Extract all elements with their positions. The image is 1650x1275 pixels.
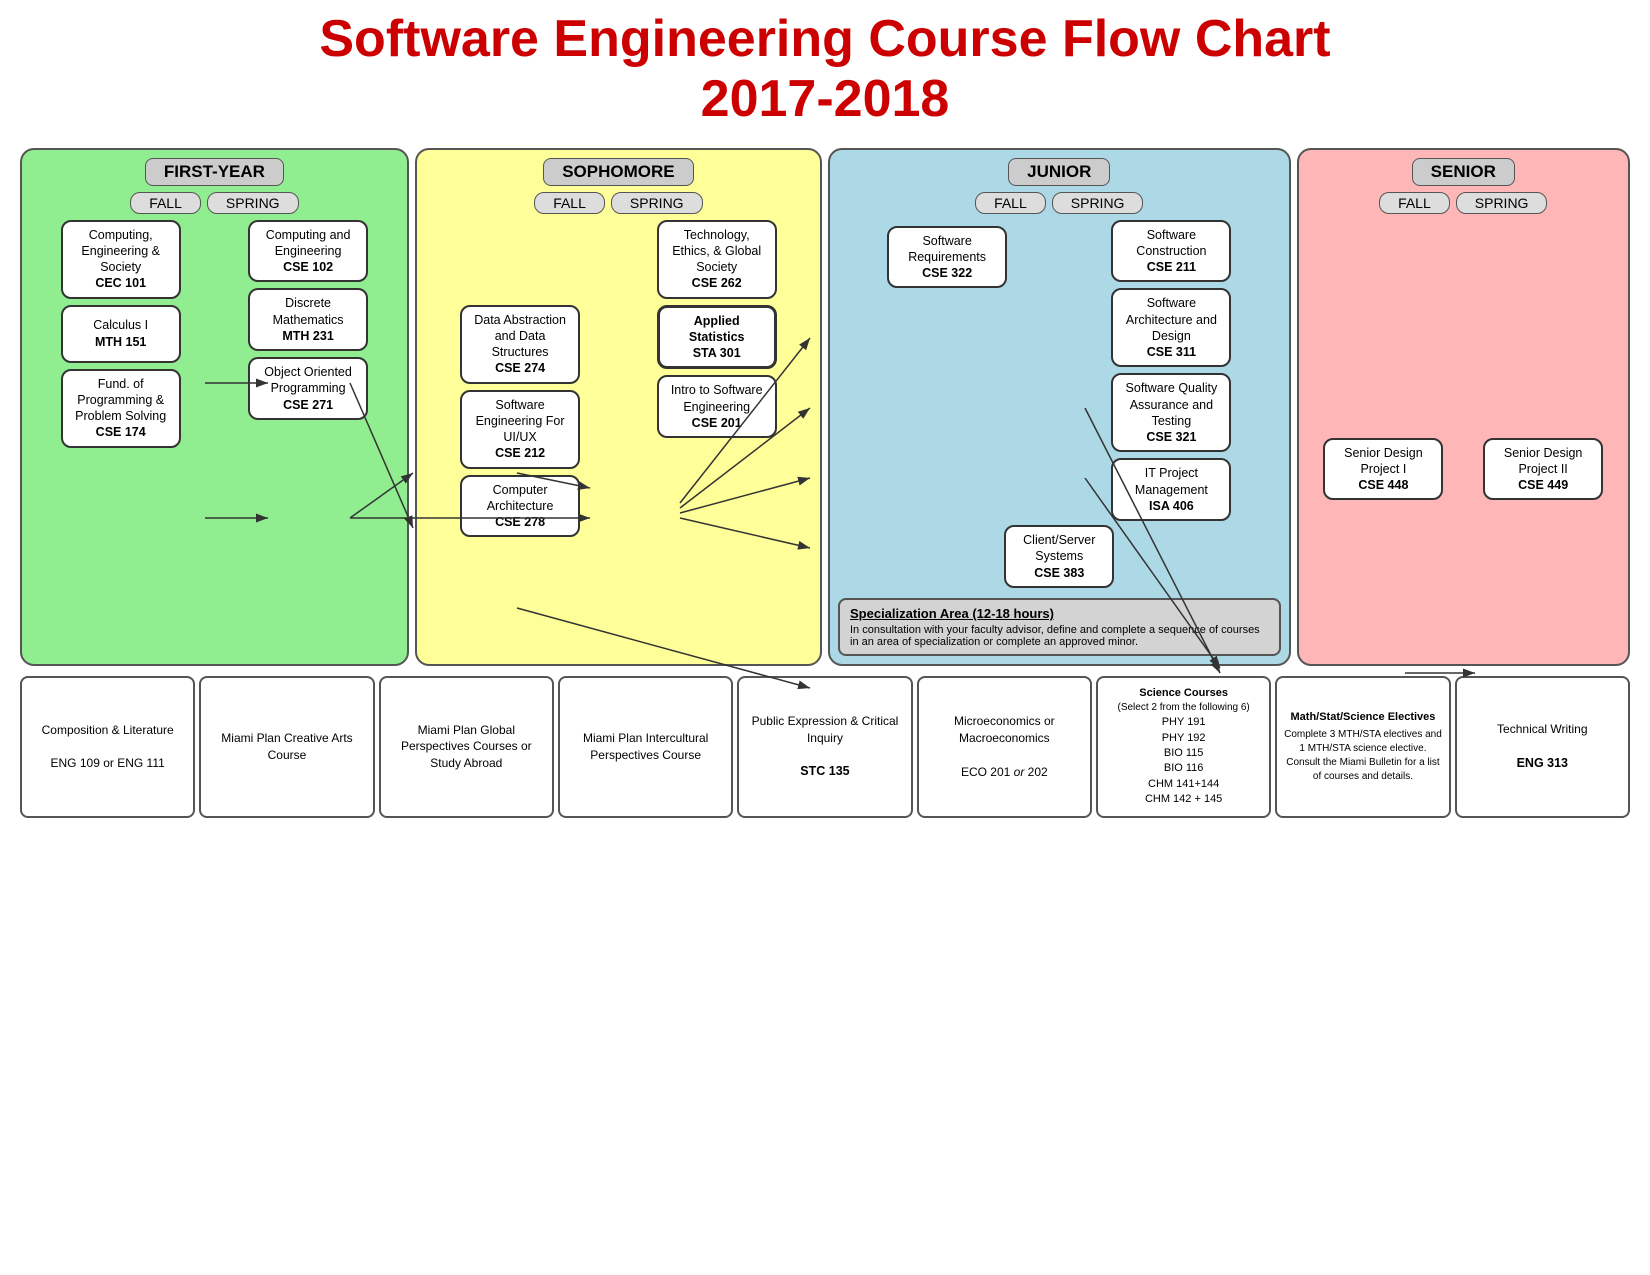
sophomore-fall-label: FALL	[534, 192, 605, 214]
sophomore-spring-col: Technology, Ethics, & Global Society CSE…	[621, 220, 812, 656]
sophomore-title: SOPHOMORE	[543, 158, 693, 186]
first-year-section: FIRST-YEAR FALL SPRING Computing, Engine…	[20, 148, 409, 666]
sophomore-spring-label: SPRING	[611, 192, 703, 214]
page: Software Engineering Course Flow Chart 2…	[0, 0, 1650, 828]
junior-semester-row: FALL SPRING	[838, 192, 1281, 214]
first-year-spring-label: SPRING	[207, 192, 299, 214]
course-cse212: Software Engineering For UI/UX CSE 212	[460, 390, 580, 469]
course-cse322: Software Requirements CSE 322	[887, 226, 1007, 289]
sophomore-fall-col: Data Abstraction and Data Structures CSE…	[425, 220, 616, 656]
bottom-composition: Composition & Literature ENG 109 or ENG …	[20, 676, 195, 818]
course-cse448: Senior Design Project I CSE 448	[1323, 438, 1443, 501]
senior-courses: Senior Design Project I CSE 448 Senior D…	[1307, 438, 1620, 656]
course-cse174: Fund. of Programming & Problem Solving C…	[61, 369, 181, 448]
senior-section: SENIOR FALL SPRING Senior Design Project…	[1297, 148, 1630, 666]
page-title: Software Engineering Course Flow Chart 2…	[20, 10, 1630, 130]
sophomore-semester-row: FALL SPRING	[425, 192, 812, 214]
course-cse211: Software Construction CSE 211	[1111, 220, 1231, 283]
flowchart-container: FIRST-YEAR FALL SPRING Computing, Engine…	[20, 148, 1630, 666]
specialization-area: Specialization Area (12-18 hours) In con…	[838, 598, 1281, 656]
course-cec101: Computing, Engineering & Society CEC 101	[61, 220, 181, 299]
course-cse311: Software Architecture and Design CSE 311	[1111, 288, 1231, 367]
bottom-creative-arts: Miami Plan Creative Arts Course	[199, 676, 374, 818]
bottom-public-expression: Public Expression & Critical Inquiry STC…	[737, 676, 912, 818]
senior-spring-col: Senior Design Project II CSE 449	[1466, 438, 1620, 656]
course-mth231: Discrete Mathematics MTH 231	[248, 288, 368, 351]
course-cse321: Software Quality Assurance and Testing C…	[1111, 373, 1231, 452]
bottom-math-electives: Math/Stat/Science Electives Complete 3 M…	[1275, 676, 1450, 818]
course-cse201: Intro to Software Engineering CSE 201	[657, 375, 777, 438]
junior-spring-label: SPRING	[1052, 192, 1144, 214]
course-cse383: Client/Server Systems CSE 383	[1004, 525, 1114, 588]
senior-semester-row: FALL SPRING	[1307, 192, 1620, 214]
junior-spring-col: Software Construction CSE 211 Software A…	[1062, 220, 1280, 522]
course-cse102: Computing and Engineering CSE 102	[248, 220, 368, 283]
senior-title: SENIOR	[1412, 158, 1515, 186]
senior-fall-col: Senior Design Project I CSE 448	[1307, 438, 1461, 656]
course-cse274: Data Abstraction and Data Structures CSE…	[460, 305, 580, 384]
bottom-global-perspectives: Miami Plan Global Perspectives Courses o…	[379, 676, 554, 818]
bottom-technical-writing: Technical Writing ENG 313	[1455, 676, 1630, 818]
first-year-title: FIRST-YEAR	[145, 158, 284, 186]
spec-desc: In consultation with your faculty adviso…	[850, 624, 1269, 648]
first-year-fall-label: FALL	[130, 192, 201, 214]
junior-section: JUNIOR FALL SPRING Software Requirements…	[828, 148, 1291, 666]
course-cse278: Computer Architecture CSE 278	[460, 475, 580, 538]
senior-spring-label: SPRING	[1456, 192, 1548, 214]
course-cse449: Senior Design Project II CSE 449	[1483, 438, 1603, 501]
course-isa406: IT Project Management ISA 406	[1111, 458, 1231, 521]
sophomore-courses: Data Abstraction and Data Structures CSE…	[425, 220, 812, 656]
course-sta301: Applied Statistics STA 301	[657, 305, 777, 370]
bottom-requirements-row: Composition & Literature ENG 109 or ENG …	[20, 676, 1630, 818]
bottom-science: Science Courses (Select 2 from the follo…	[1096, 676, 1271, 818]
first-year-semester-row: FALL SPRING	[30, 192, 399, 214]
first-year-courses: Computing, Engineering & Society CEC 101…	[30, 220, 399, 656]
first-year-fall-col: Computing, Engineering & Society CEC 101…	[30, 220, 211, 656]
bottom-economics: Microeconomics or Macroeconomics ECO 201…	[917, 676, 1092, 818]
junior-courses: Software Requirements CSE 322 Software C…	[838, 220, 1281, 522]
first-year-spring-col: Computing and Engineering CSE 102 Discre…	[217, 220, 398, 656]
spec-title: Specialization Area (12-18 hours)	[850, 606, 1269, 621]
course-cse262: Technology, Ethics, & Global Society CSE…	[657, 220, 777, 299]
course-cse271: Object Oriented Programming CSE 271	[248, 357, 368, 420]
junior-fall-col: Software Requirements CSE 322	[838, 220, 1056, 295]
senior-fall-label: FALL	[1379, 192, 1450, 214]
course-mth151: Calculus I MTH 151	[61, 305, 181, 363]
sophomore-section: SOPHOMORE FALL SPRING Data Abstraction a…	[415, 148, 822, 666]
junior-title: JUNIOR	[1008, 158, 1110, 186]
flowchart: FIRST-YEAR FALL SPRING Computing, Engine…	[20, 148, 1630, 666]
bottom-intercultural: Miami Plan Intercultural Perspectives Co…	[558, 676, 733, 818]
junior-fall-label: FALL	[975, 192, 1046, 214]
